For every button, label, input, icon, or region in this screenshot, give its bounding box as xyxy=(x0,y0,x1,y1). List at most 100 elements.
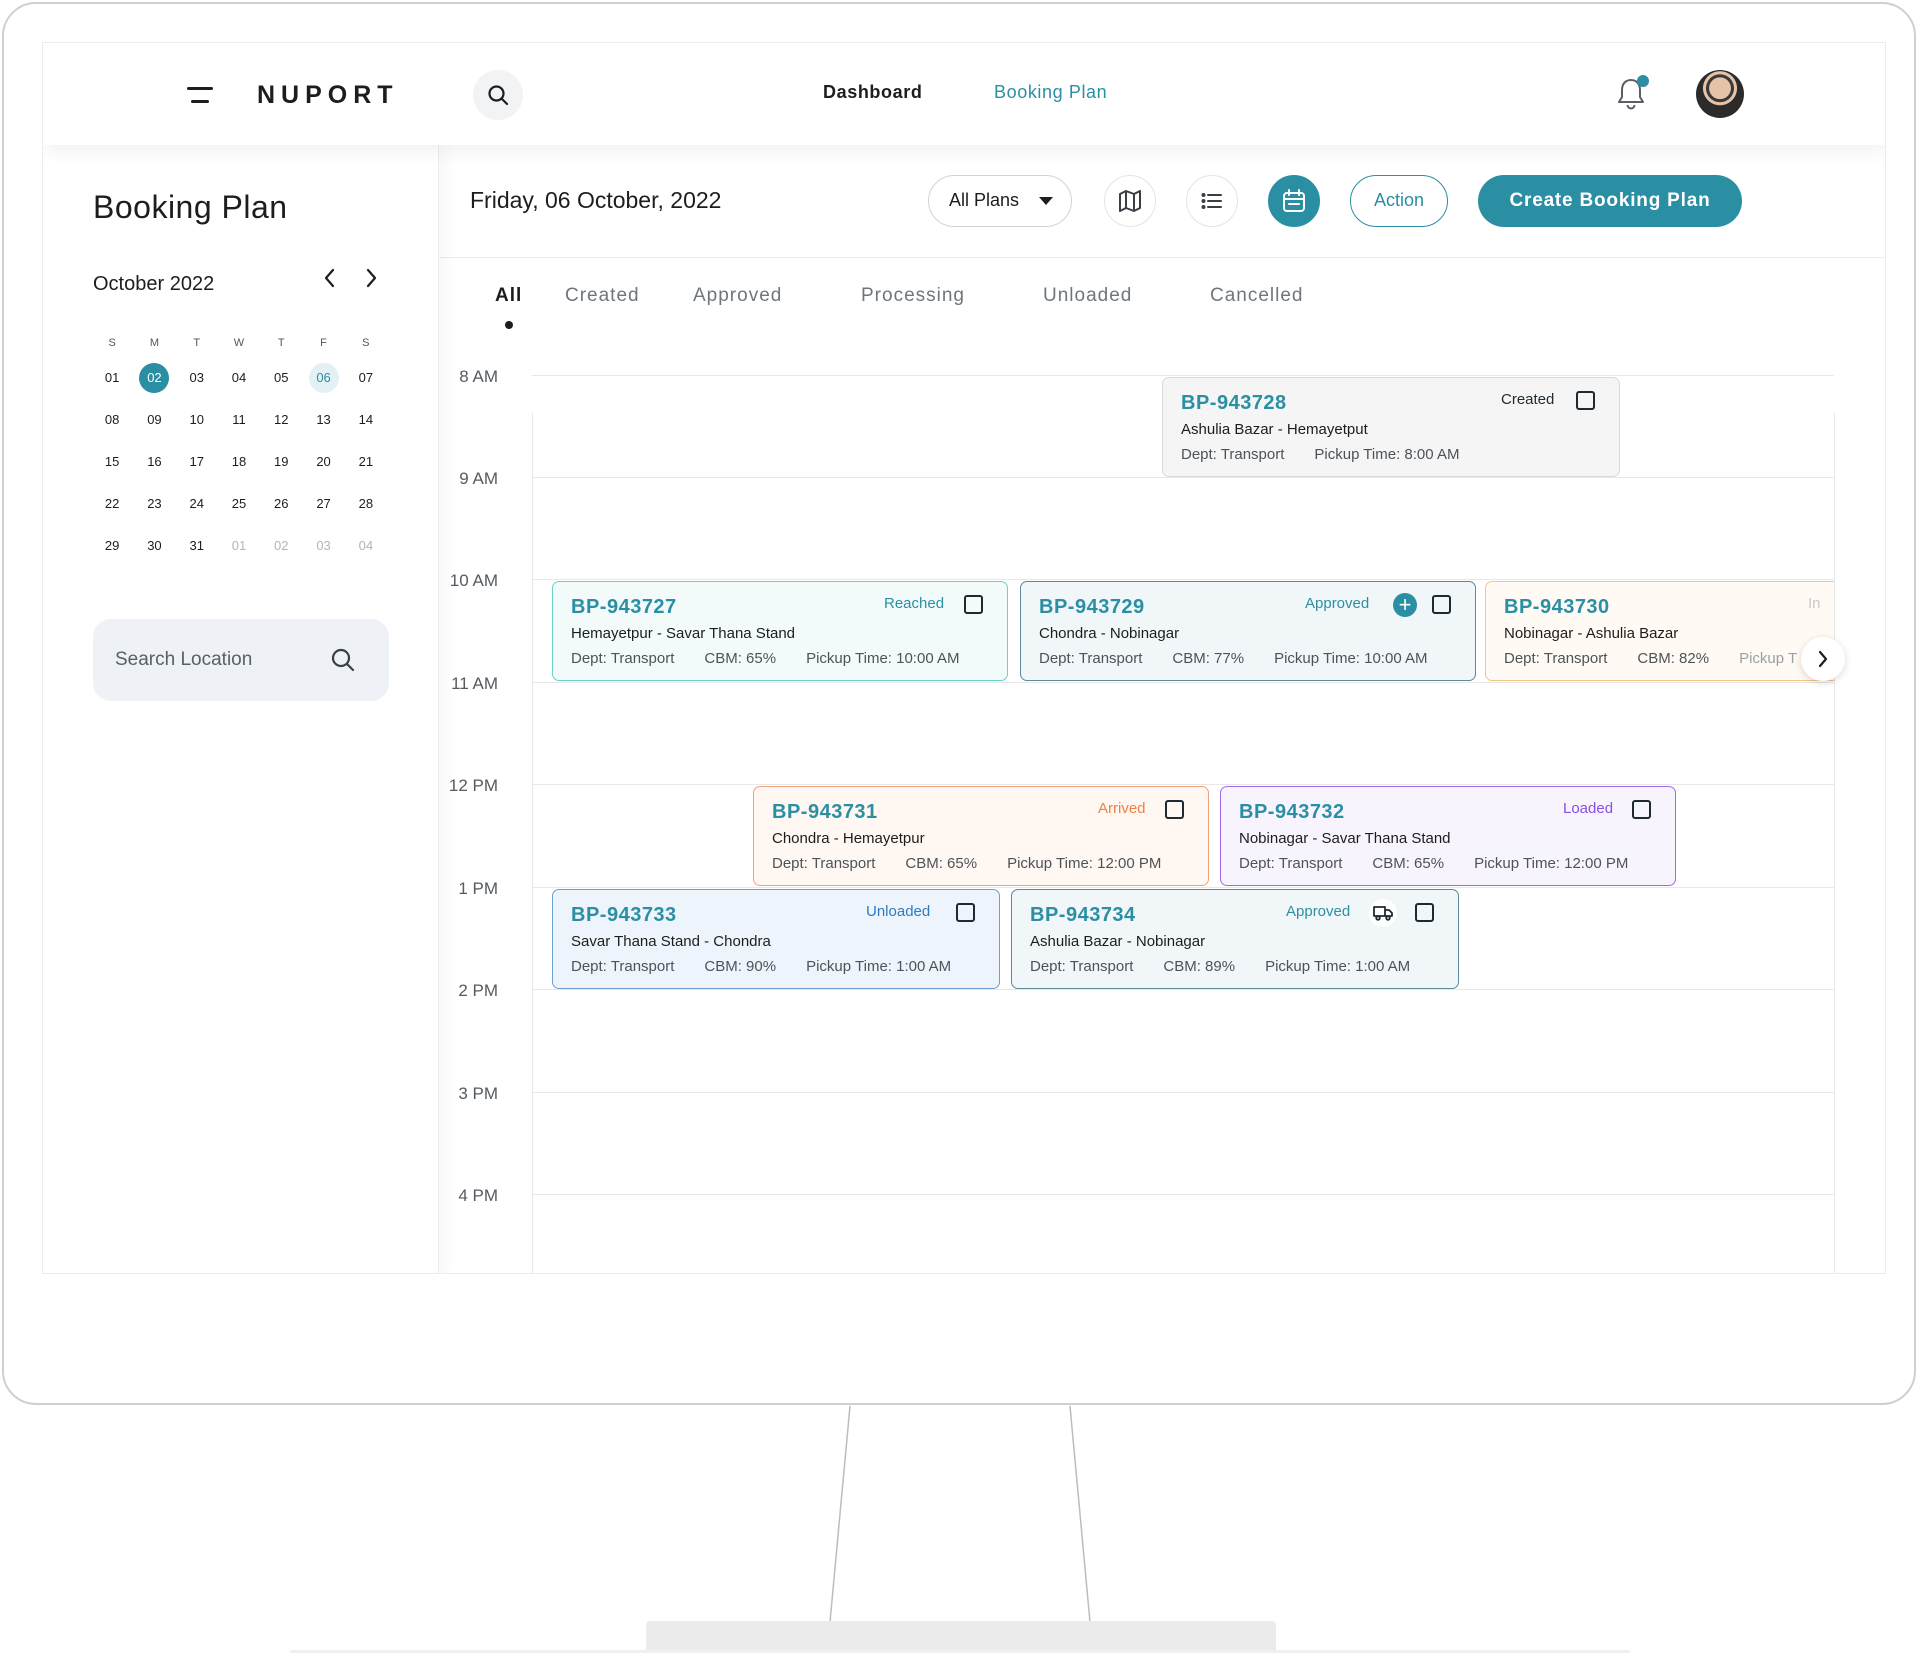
calendar-day[interactable]: 20 xyxy=(302,447,344,477)
card-checkbox[interactable] xyxy=(1576,391,1595,410)
calendar-day[interactable]: 05 xyxy=(260,363,302,393)
sidebar: Booking Plan October 2022 S M T W T F S xyxy=(43,145,439,1273)
search-button[interactable] xyxy=(473,70,523,120)
calendar-day-next-month[interactable]: 04 xyxy=(345,531,387,561)
notifications-button[interactable] xyxy=(1615,75,1651,115)
calendar-day-current[interactable]: 06 xyxy=(302,363,344,393)
booking-card[interactable]: BP-943733 Savar Thana Stand - Chondra De… xyxy=(552,889,1000,989)
hour-line xyxy=(532,1092,1834,1093)
booking-meta: Dept: Transport CBM: 90% Pickup Time: 1:… xyxy=(571,958,983,975)
calendar-day[interactable]: 13 xyxy=(302,405,344,435)
booking-route: Chondra - Nobinagar xyxy=(1039,625,1180,642)
hour-line xyxy=(532,784,1834,785)
tab-unloaded[interactable]: Unloaded xyxy=(1043,285,1132,307)
card-checkbox[interactable] xyxy=(1432,595,1451,614)
hour-line xyxy=(532,477,1834,478)
card-checkbox[interactable] xyxy=(956,903,975,922)
hour-line xyxy=(532,887,1834,888)
add-icon[interactable]: + xyxy=(1393,593,1417,617)
tab-approved[interactable]: Approved xyxy=(693,285,782,307)
card-checkbox[interactable] xyxy=(1165,800,1184,819)
calendar-day[interactable]: 03 xyxy=(176,363,218,393)
calendar-day[interactable]: 04 xyxy=(218,363,260,393)
calendar-day[interactable]: 28 xyxy=(345,489,387,519)
booking-card[interactable]: BP-943728 Ashulia Bazar - Hemayetput Dep… xyxy=(1162,377,1620,477)
user-avatar[interactable] xyxy=(1696,70,1744,118)
calendar-view-button[interactable] xyxy=(1268,175,1320,227)
booking-dept: Dept: Transport xyxy=(1181,446,1285,463)
plans-filter-select[interactable]: All Plans xyxy=(928,175,1072,227)
calendar-day[interactable]: 18 xyxy=(218,447,260,477)
calendar-day[interactable]: 08 xyxy=(91,405,133,435)
create-booking-plan-button[interactable]: Create Booking Plan xyxy=(1478,175,1742,227)
calendar-day[interactable]: 07 xyxy=(345,363,387,393)
calendar-next-button[interactable] xyxy=(356,267,386,297)
booking-card[interactable]: BP-943732 Nobinagar - Savar Thana Stand … xyxy=(1220,786,1676,886)
calendar-prev-button[interactable] xyxy=(315,267,345,297)
list-view-button[interactable] xyxy=(1186,175,1238,227)
calendar-day[interactable]: 25 xyxy=(218,489,260,519)
location-search-input[interactable] xyxy=(115,641,325,679)
card-checkbox[interactable] xyxy=(1632,800,1651,819)
booking-card[interactable]: BP-943727 Hemayetpur - Savar Thana Stand… xyxy=(552,581,1008,681)
tab-processing[interactable]: Processing xyxy=(861,285,965,307)
calendar-day[interactable]: 24 xyxy=(176,489,218,519)
booking-card[interactable]: BP-943730 Nobinagar - Ashulia Bazar Dept… xyxy=(1485,581,1834,681)
calendar-day-selected[interactable]: 02 xyxy=(133,363,175,393)
calendar-day[interactable]: 23 xyxy=(133,489,175,519)
weekday-label: F xyxy=(320,337,327,349)
calendar-day[interactable]: 09 xyxy=(133,405,175,435)
calendar-day[interactable]: 22 xyxy=(91,489,133,519)
hour-label: 1 PM xyxy=(458,879,498,898)
calendar-day[interactable]: 11 xyxy=(218,405,260,435)
calendar-week-row: 29 30 31 01 02 03 04 xyxy=(91,525,387,567)
calendar-day[interactable]: 16 xyxy=(133,447,175,477)
calendar-day-next-month[interactable]: 02 xyxy=(260,531,302,561)
booking-pickup: Pickup Time: 12:00 PM xyxy=(1474,855,1629,872)
hour-label: 12 PM xyxy=(448,776,498,795)
chevron-left-icon xyxy=(324,268,335,288)
tab-created[interactable]: Created xyxy=(565,285,640,307)
status-badge: Loaded xyxy=(1563,800,1614,817)
calendar-day[interactable]: 14 xyxy=(345,405,387,435)
booking-route: Ashulia Bazar - Hemayetput xyxy=(1181,421,1368,438)
calendar-day[interactable]: 27 xyxy=(302,489,344,519)
nav-dashboard[interactable]: Dashboard xyxy=(823,82,922,103)
calendar-day[interactable]: 21 xyxy=(345,447,387,477)
booking-pickup: Pickup Time: 12:00 PM xyxy=(1007,855,1162,872)
calendar-day[interactable]: 29 xyxy=(91,531,133,561)
calendar-day[interactable]: 30 xyxy=(133,531,175,561)
tab-all[interactable]: All xyxy=(495,285,522,307)
status-badge: Reached xyxy=(884,595,945,612)
menu-icon[interactable] xyxy=(187,85,213,105)
map-view-button[interactable] xyxy=(1104,175,1156,227)
nav-booking-plan[interactable]: Booking Plan xyxy=(994,82,1107,103)
booking-route: Nobinagar - Savar Thana Stand xyxy=(1239,830,1451,847)
booking-card[interactable]: BP-943729 Chondra - Nobinagar Dept: Tran… xyxy=(1020,581,1476,681)
calendar-day[interactable]: 12 xyxy=(260,405,302,435)
calendar-day-next-month[interactable]: 01 xyxy=(218,531,260,561)
action-button[interactable]: Action xyxy=(1350,175,1448,227)
calendar-day-next-month[interactable]: 03 xyxy=(302,531,344,561)
tab-cancelled[interactable]: Cancelled xyxy=(1210,285,1304,307)
calendar-day[interactable]: 31 xyxy=(176,531,218,561)
booking-dept: Dept: Transport xyxy=(1039,650,1143,667)
card-checkbox[interactable] xyxy=(964,595,983,614)
scroll-right-button[interactable] xyxy=(1801,637,1845,681)
calendar-day[interactable]: 19 xyxy=(260,447,302,477)
hour-label: 2 PM xyxy=(458,981,498,1000)
calendar-day[interactable]: 10 xyxy=(176,405,218,435)
calendar-day[interactable]: 17 xyxy=(176,447,218,477)
search-icon[interactable] xyxy=(329,646,357,674)
calendar-day[interactable]: 26 xyxy=(260,489,302,519)
booking-card[interactable]: BP-943731 Chondra - Hemayetpur Dept: Tra… xyxy=(753,786,1209,886)
plans-filter-value: All Plans xyxy=(949,190,1020,210)
card-checkbox[interactable] xyxy=(1415,903,1434,922)
weekday-label: T xyxy=(277,337,285,349)
list-icon xyxy=(1201,193,1222,209)
main-panel: Friday, 06 October, 2022 All Plans Actio… xyxy=(440,145,1885,1273)
calendar-day[interactable]: 01 xyxy=(91,363,133,393)
calendar-day[interactable]: 15 xyxy=(91,447,133,477)
truck-icon[interactable] xyxy=(1369,899,1397,927)
booking-card[interactable]: BP-943734 Ashulia Bazar - Nobinagar Dept… xyxy=(1011,889,1459,989)
